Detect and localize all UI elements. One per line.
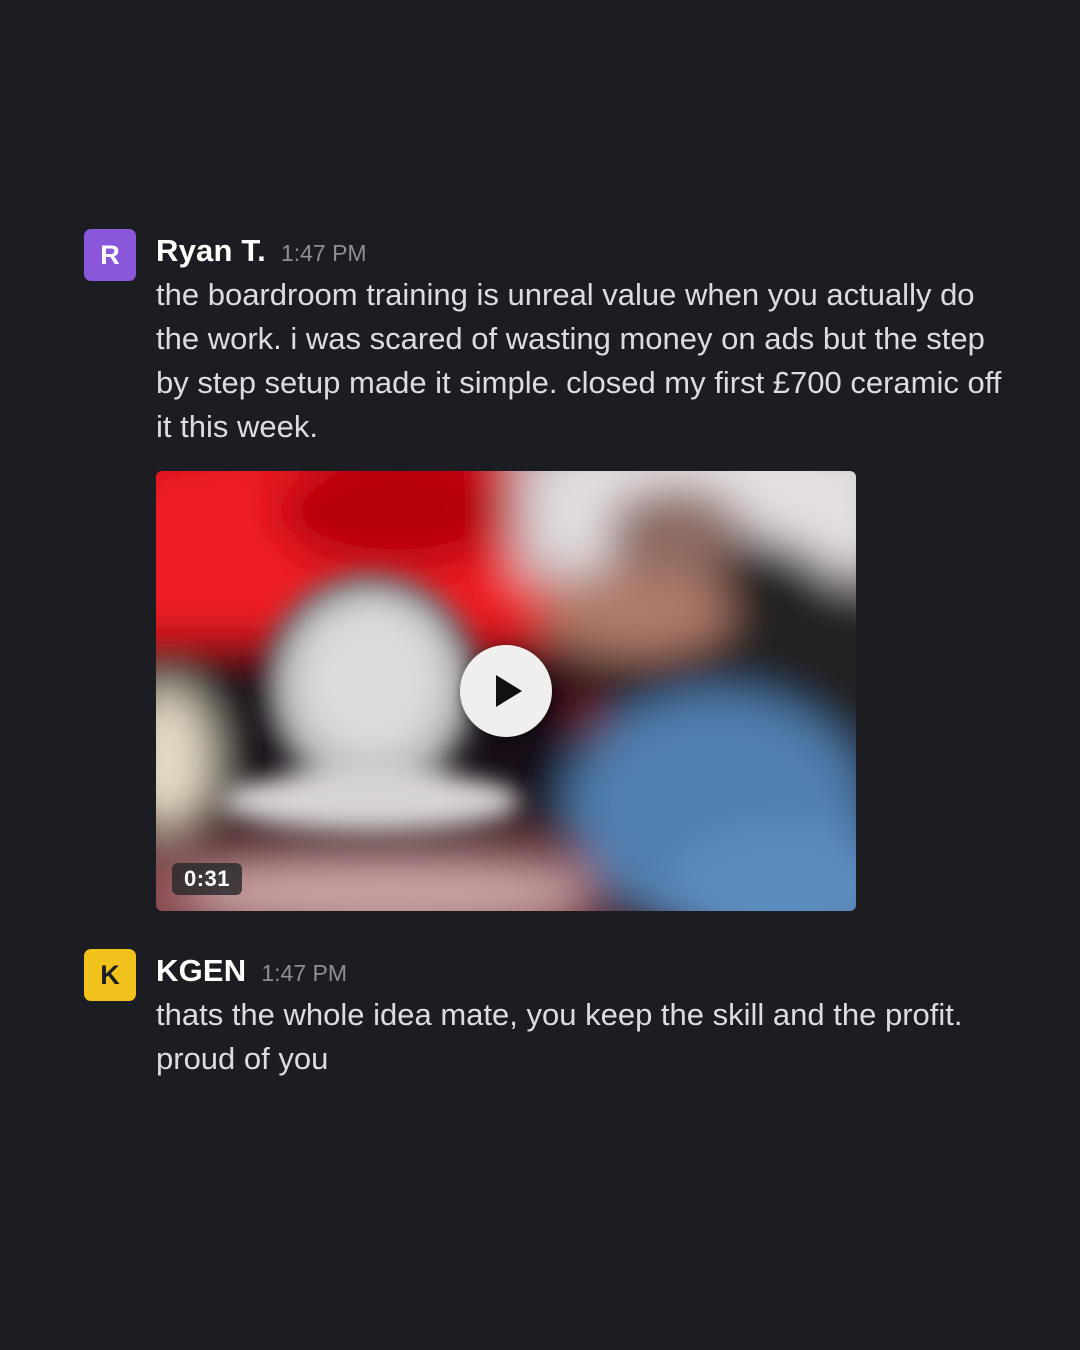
play-button[interactable] (460, 645, 552, 737)
video-duration-badge: 0:31 (172, 863, 243, 895)
message-header: KGEN 1:47 PM (156, 949, 1010, 993)
avatar-kgen[interactable]: K (84, 949, 136, 1001)
author-name[interactable]: Ryan T. (156, 229, 266, 273)
video-attachment[interactable]: 0:31 (156, 471, 856, 911)
message-header: Ryan T. 1:47 PM (156, 229, 1010, 273)
message-text: thats the whole idea mate, you keep the … (156, 997, 963, 1076)
avatar-ryan[interactable]: R (84, 229, 136, 281)
message-kgen: K KGEN 1:47 PM thats the whole idea mate… (84, 949, 1010, 1081)
message-body: KGEN 1:47 PM thats the whole idea mate, … (156, 949, 1010, 1081)
message-timestamp: 1:47 PM (261, 960, 348, 986)
message-ryan: R Ryan T. 1:47 PM the boardroom training… (84, 229, 1010, 911)
message-body: Ryan T. 1:47 PM the boardroom training i… (156, 229, 1010, 911)
message-timestamp: 1:47 PM (280, 240, 367, 266)
message-text: the boardroom training is unreal value w… (156, 277, 1002, 444)
play-icon (496, 675, 522, 707)
chat-view: R Ryan T. 1:47 PM the boardroom training… (0, 0, 1080, 1350)
author-name[interactable]: KGEN (156, 949, 246, 993)
